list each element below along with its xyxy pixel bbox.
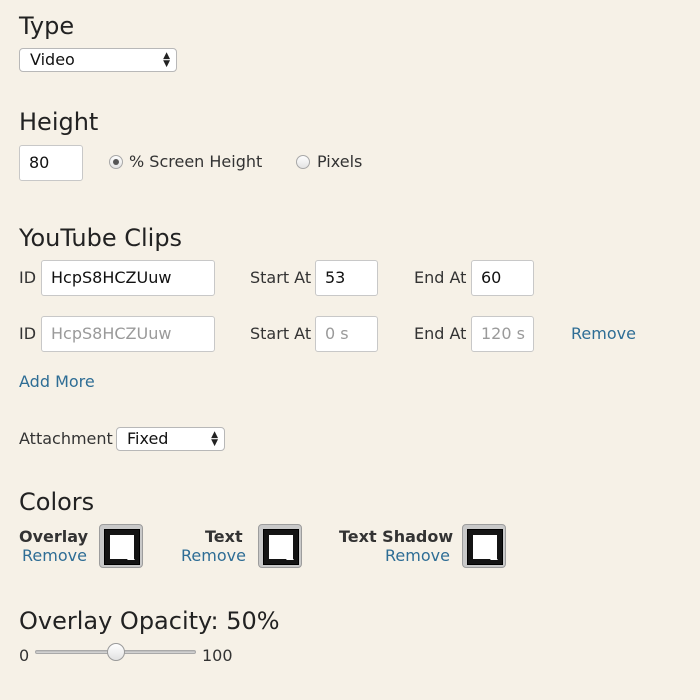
clip-id-label: ID xyxy=(19,268,37,287)
text-color-label: Text xyxy=(205,527,243,546)
screen-height-label: % Screen Height xyxy=(129,152,263,171)
color-well xyxy=(467,529,503,565)
triangle-icon xyxy=(286,555,294,560)
triangle-icon xyxy=(127,555,135,560)
text-shadow-remove-link[interactable]: Remove xyxy=(385,546,450,565)
overlay-remove-link[interactable]: Remove xyxy=(22,546,87,565)
type-select[interactable]: Video ▲ ▼ xyxy=(19,48,177,72)
add-more-link[interactable]: Add More xyxy=(19,372,95,391)
remove-clip-link[interactable]: Remove xyxy=(571,324,636,343)
slider-min-label: 0 xyxy=(19,646,30,665)
type-heading: Type xyxy=(19,12,75,40)
screen-height-radio[interactable] xyxy=(109,155,123,169)
text-shadow-color-label: Text Shadow xyxy=(339,527,454,546)
colors-heading: Colors xyxy=(19,488,95,516)
end-at-input[interactable]: 60 xyxy=(471,260,534,296)
type-select-value: Video xyxy=(30,50,75,69)
attachment-label: Attachment xyxy=(19,429,113,448)
clip-id-label: ID xyxy=(19,324,37,343)
height-input[interactable]: 80 xyxy=(19,145,83,181)
start-at-label: Start At xyxy=(250,324,312,343)
overlay-color-label: Overlay xyxy=(19,527,88,546)
opacity-slider-thumb[interactable] xyxy=(106,643,125,661)
end-at-label: End At xyxy=(414,268,467,287)
triangle-icon xyxy=(490,555,498,560)
overlay-opacity-heading: Overlay Opacity: 50% xyxy=(19,607,280,635)
clip-id-input[interactable]: HcpS8HCZUuw xyxy=(41,316,215,352)
youtube-clips-heading: YouTube Clips xyxy=(19,224,183,252)
end-at-input[interactable]: 120 s xyxy=(471,316,534,352)
text-color-swatch[interactable] xyxy=(258,524,302,568)
pixels-radio[interactable] xyxy=(296,155,310,169)
overlay-color-swatch[interactable] xyxy=(99,524,143,568)
start-at-input[interactable]: 53 xyxy=(315,260,378,296)
attachment-select-value: Fixed xyxy=(127,429,169,448)
start-at-label: Start At xyxy=(250,268,312,287)
height-heading: Height xyxy=(19,108,99,136)
color-well xyxy=(104,529,140,565)
text-remove-link[interactable]: Remove xyxy=(181,546,246,565)
start-at-input[interactable]: 0 s xyxy=(315,316,378,352)
select-arrows-icon: ▲ ▼ xyxy=(163,51,170,69)
color-well xyxy=(263,529,299,565)
pixels-label: Pixels xyxy=(317,152,363,171)
end-at-label: End At xyxy=(414,324,467,343)
text-shadow-color-swatch[interactable] xyxy=(462,524,506,568)
select-arrows-icon: ▲ ▼ xyxy=(211,430,218,448)
slider-max-label: 100 xyxy=(202,646,233,665)
attachment-select[interactable]: Fixed ▲ ▼ xyxy=(116,427,225,451)
clip-id-input[interactable]: HcpS8HCZUuw xyxy=(41,260,215,296)
